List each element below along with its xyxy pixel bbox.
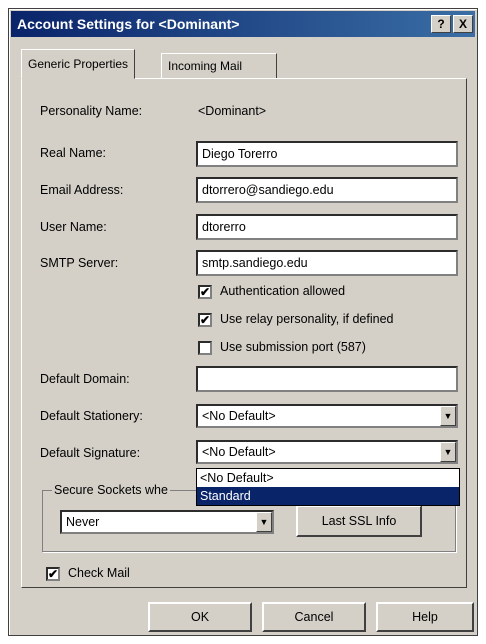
submission-port-checkbox[interactable] <box>198 341 212 355</box>
personality-name-value: <Dominant> <box>198 104 267 118</box>
dropdown-option-no-default[interactable]: <No Default> <box>197 469 459 487</box>
secure-sockets-value: Never <box>66 515 100 529</box>
email-address-label: Email Address: <box>40 183 124 197</box>
smtp-server-field[interactable]: smtp.sandiego.edu <box>196 250 458 276</box>
smtp-server-label: SMTP Server: <box>40 256 119 270</box>
default-stationery-select[interactable]: <No Default> ▼ <box>196 404 458 428</box>
check-mail-checkbox[interactable]: ✔ <box>46 567 60 581</box>
real-name-field[interactable]: Diego Torerro <box>196 141 458 167</box>
last-ssl-info-button[interactable]: Last SSL Info <box>296 505 422 537</box>
relay-personality-label: Use relay personality, if defined <box>220 312 394 326</box>
email-address-field[interactable]: dtorrero@sandiego.edu <box>196 177 458 203</box>
submission-port-label: Use submission port (587) <box>220 340 366 354</box>
stationery-dropdown-arrow-icon[interactable]: ▼ <box>440 406 456 426</box>
default-signature-label: Default Signature: <box>40 446 141 460</box>
relay-personality-checkbox[interactable]: ✔ <box>198 313 212 327</box>
title-bar: Account Settings for <Dominant> ? X <box>11 11 475 37</box>
signature-dropdown-arrow-icon[interactable]: ▼ <box>440 442 456 462</box>
personality-name-label: Personality Name: <box>40 104 143 118</box>
signature-dropdown-list: <No Default> Standard <box>196 468 460 506</box>
cancel-button[interactable]: Cancel <box>262 602 366 632</box>
default-stationery-value: <No Default> <box>202 409 276 423</box>
tab-generic-properties[interactable]: Generic Properties <box>21 49 136 79</box>
help-title-button[interactable]: ? <box>431 15 451 33</box>
real-name-label: Real Name: <box>40 146 106 160</box>
ssl-dropdown-arrow-icon[interactable]: ▼ <box>256 512 272 532</box>
help-button[interactable]: Help <box>376 602 474 632</box>
default-signature-value: <No Default> <box>202 445 276 459</box>
ok-button[interactable]: OK <box>148 602 252 632</box>
secure-sockets-select[interactable]: Never ▼ <box>60 510 274 534</box>
secure-sockets-label: Secure Sockets whe <box>52 483 170 497</box>
window-title: Account Settings for <Dominant> <box>17 16 240 32</box>
default-signature-select[interactable]: <No Default> ▼ <box>196 440 458 464</box>
user-name-label: User Name: <box>40 220 107 234</box>
authentication-checkbox[interactable]: ✔ <box>198 285 212 299</box>
default-stationery-label: Default Stationery: <box>40 409 143 423</box>
tab-incoming-mail[interactable]: Incoming Mail <box>161 53 277 79</box>
user-name-field[interactable]: dtorerro <box>196 214 458 240</box>
default-domain-label: Default Domain: <box>40 372 130 386</box>
authentication-label: Authentication allowed <box>220 284 346 298</box>
dropdown-option-standard[interactable]: Standard <box>197 487 459 505</box>
default-domain-field[interactable] <box>196 366 458 392</box>
close-title-button[interactable]: X <box>453 15 473 33</box>
check-mail-label: Check Mail <box>68 566 130 580</box>
